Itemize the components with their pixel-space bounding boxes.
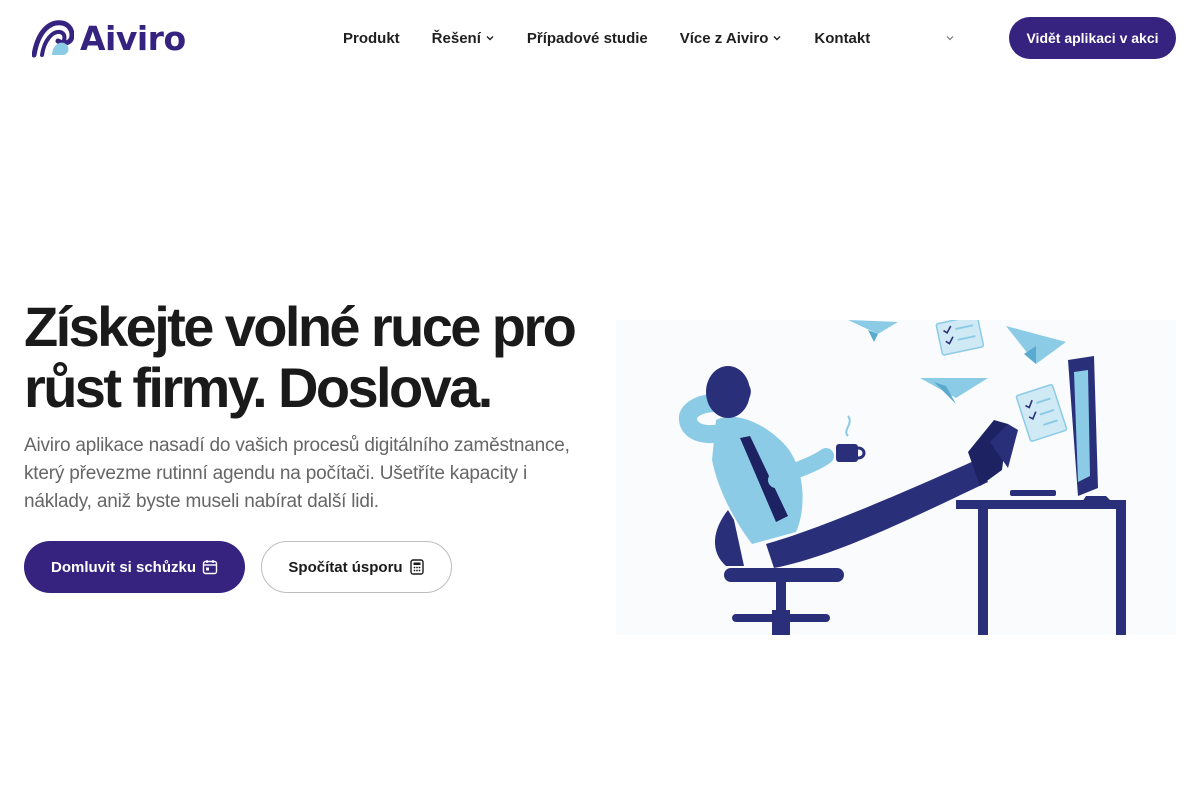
calculate-savings-button[interactable]: Spočítat úsporu <box>261 541 452 593</box>
book-meeting-button[interactable]: Domluvit si schůzku <box>24 541 245 593</box>
nav-item-reseni[interactable]: Řešení <box>432 30 495 47</box>
aiviro-logo-mark-icon <box>32 20 74 58</box>
checklist-icon <box>1015 384 1068 442</box>
nav-item-pripadove-studie[interactable]: Případové studie <box>527 30 648 47</box>
page: Aiviro Produkt Řešení Případové studie V… <box>0 0 1200 800</box>
nav-item-label: Případové studie <box>526 29 648 47</box>
see-app-in-action-button[interactable]: Vidět aplikaci v akci <box>1009 17 1176 59</box>
paper-plane-icon <box>1006 326 1066 364</box>
logo-link[interactable]: Aiviro <box>32 17 186 59</box>
hero-illustration <box>616 320 1176 635</box>
nav-item-label: Více z Aiviro <box>679 29 769 47</box>
paper-plane-icon <box>848 320 898 342</box>
book-meeting-label: Domluvit si schůzku <box>50 558 197 576</box>
site-header: Aiviro Produkt Řešení Případové studie V… <box>0 0 1200 76</box>
nav-item-produkt[interactable]: Produkt <box>343 30 400 47</box>
nav-item-label: Kontakt <box>814 29 871 47</box>
checklist-icon <box>935 320 985 356</box>
chevron-down-icon <box>946 36 954 41</box>
main-nav: Produkt Řešení Případové studie Více z A… <box>343 27 870 49</box>
paper-plane-icon <box>920 378 988 404</box>
chevron-down-icon <box>486 36 494 41</box>
calculate-savings-label: Spočítat úsporu <box>288 558 403 576</box>
nav-item-label: Řešení <box>431 29 481 47</box>
calendar-icon <box>202 559 218 575</box>
nav-item-kontakt[interactable]: Kontakt <box>814 30 870 47</box>
hero-subtitle: Aiviro aplikace nasadí do vašich procesů… <box>24 435 570 512</box>
chevron-down-icon <box>773 36 781 41</box>
hero-title: Získejte volné ruce pro růst firmy. Dosl… <box>24 295 577 419</box>
nav-item-label: Produkt <box>343 29 400 47</box>
desk <box>956 500 1126 635</box>
nav-item-vice-z-aiviro[interactable]: Více z Aiviro <box>680 30 783 47</box>
calculator-icon <box>409 559 425 575</box>
language-flag: 󠁧󠁢 <box>940 29 941 47</box>
logo-text: Aiviro <box>80 18 186 58</box>
language-switcher[interactable]: 󠁧󠁢 <box>940 28 955 48</box>
